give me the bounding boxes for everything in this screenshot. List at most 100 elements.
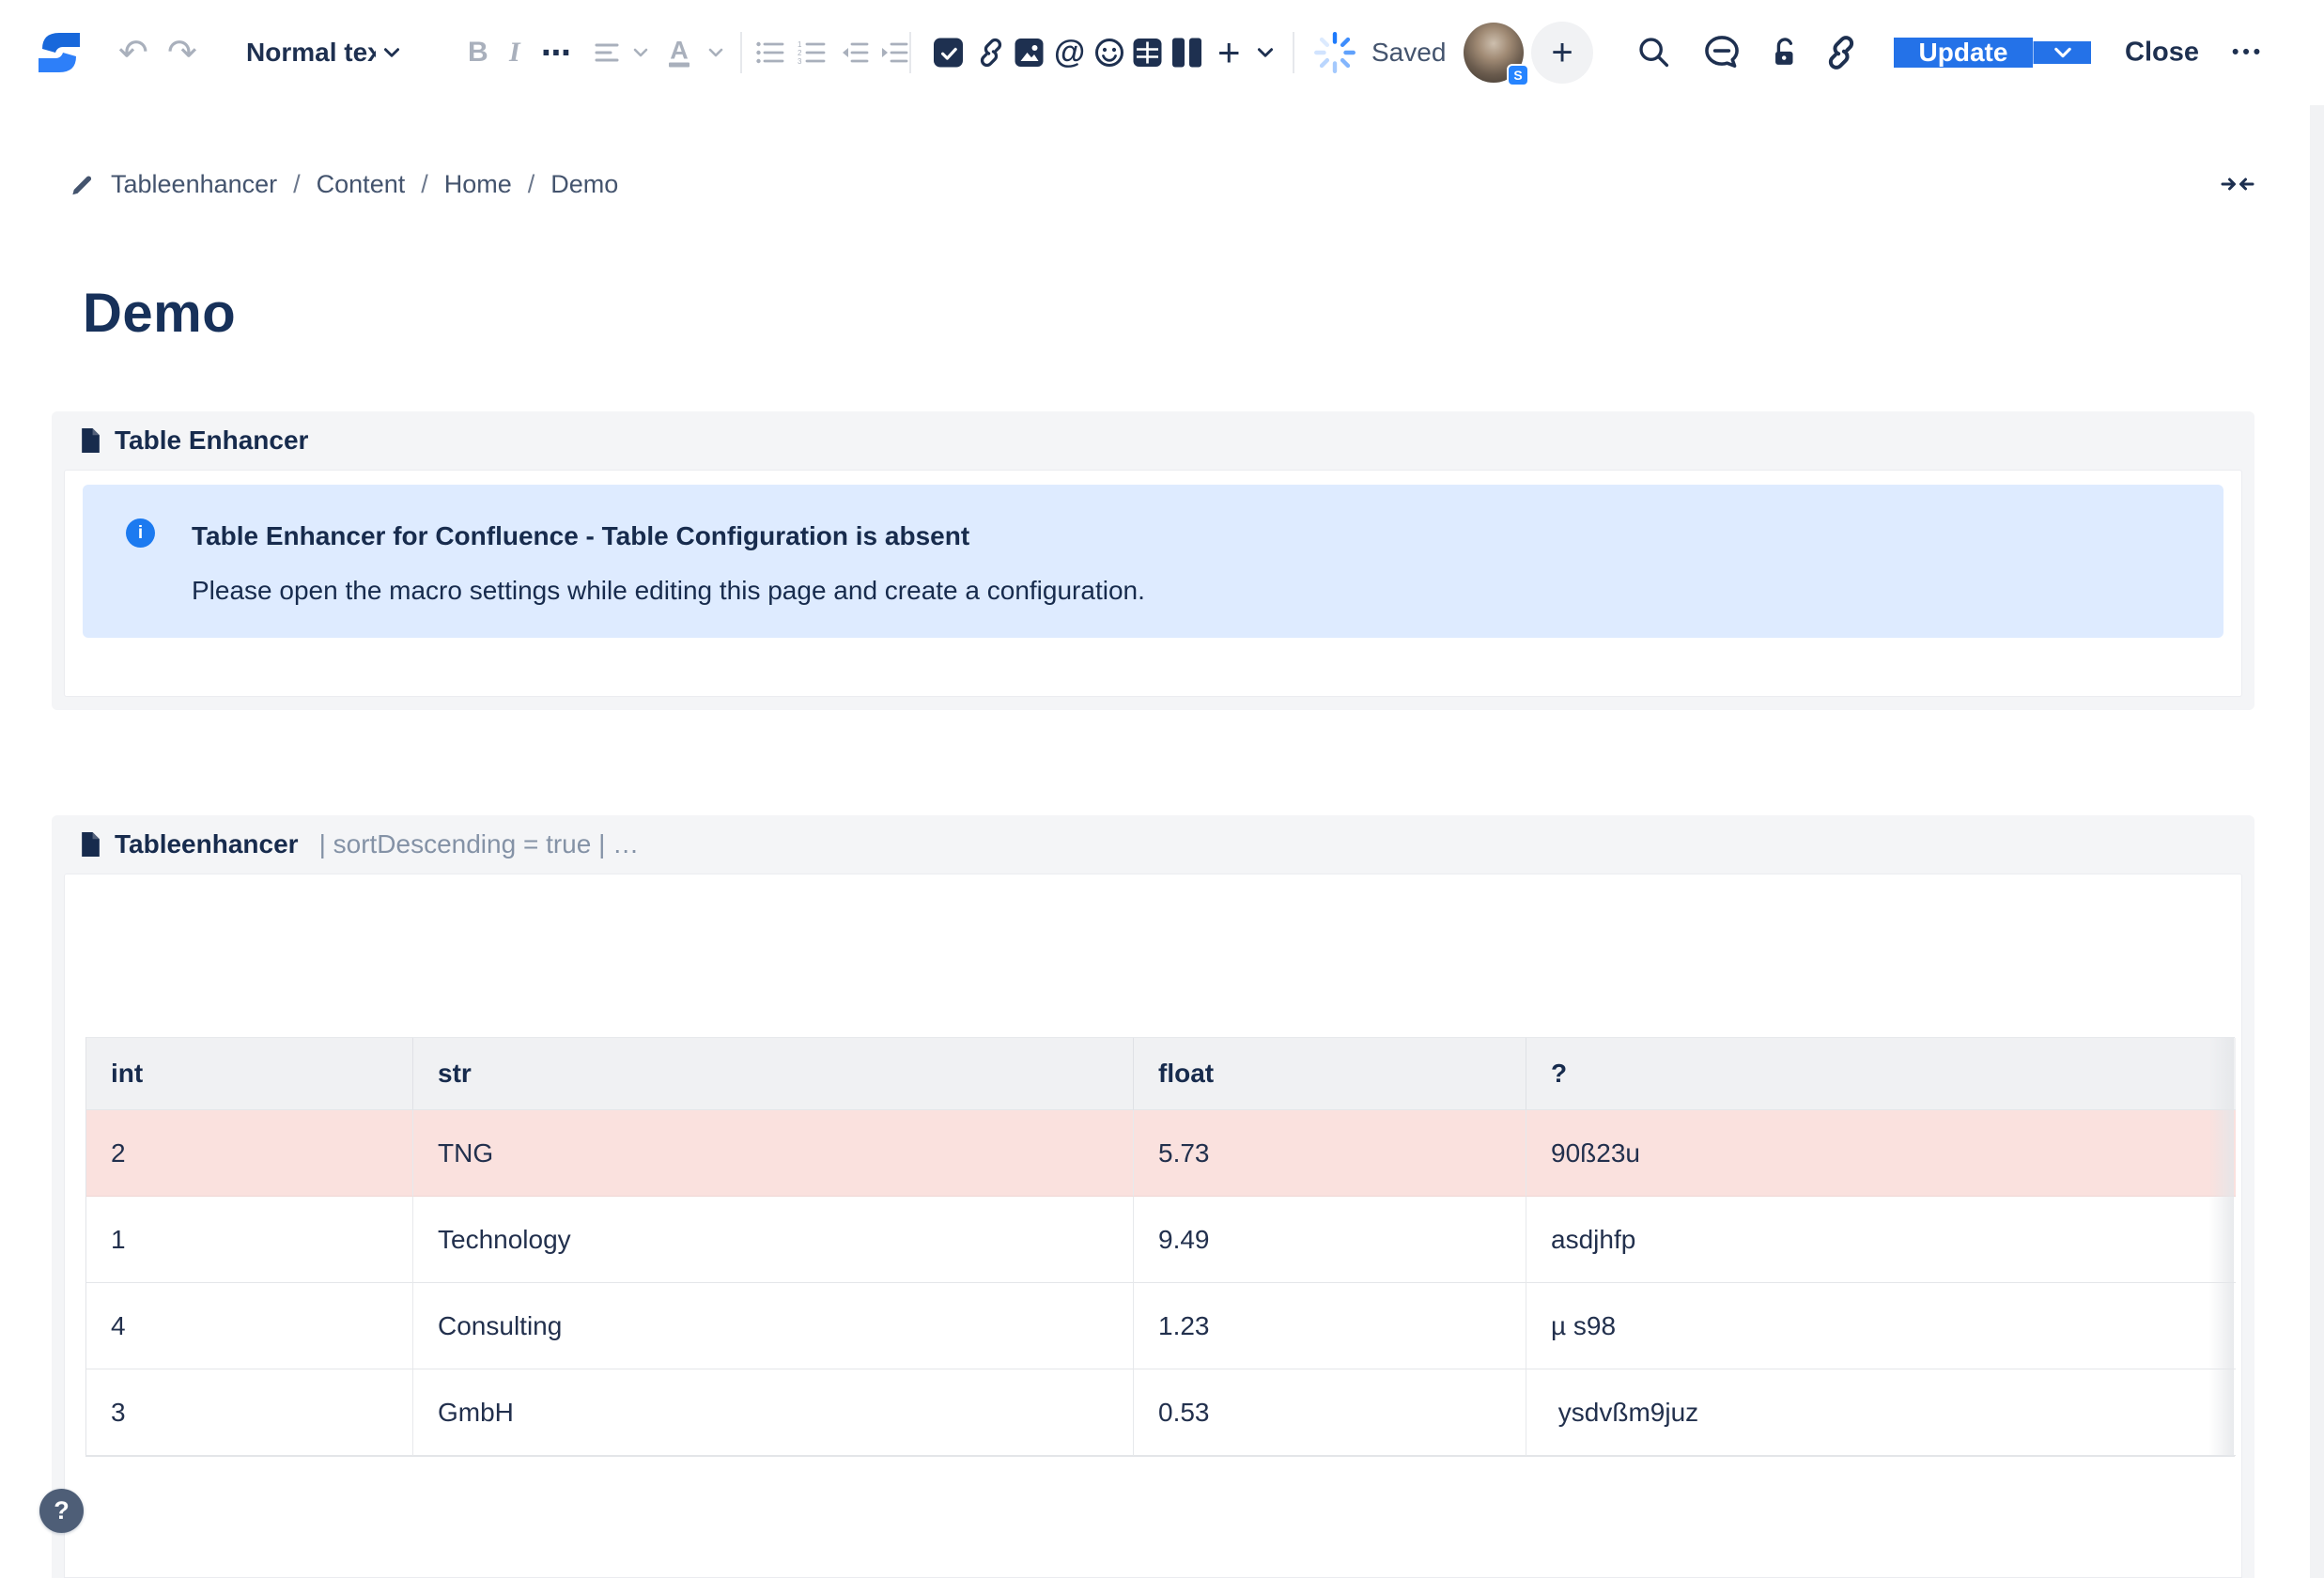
editor-toolbar: ↶ ↷ Normal text B I ⋯ A	[0, 0, 2324, 105]
table-row[interactable]: 4 Consulting 1.23 µ s98	[86, 1283, 2234, 1369]
breadcrumb-item-space[interactable]: Tableenhancer	[111, 170, 277, 199]
saving-spinner-icon	[1311, 29, 1358, 76]
page-title[interactable]: Demo	[83, 282, 236, 345]
mention-icon[interactable]: @	[1054, 35, 1085, 71]
macro-name: Table Enhancer	[115, 425, 308, 456]
text-color-icon[interactable]: A	[669, 39, 689, 68]
comment-icon[interactable]	[1702, 33, 1742, 72]
table-cell: TNG	[413, 1110, 1134, 1197]
emoji-icon[interactable]	[1093, 37, 1125, 69]
toolbar-separator	[909, 32, 911, 73]
macro-tableenhancer[interactable]: Tableenhancer | sortDescending = true | …	[52, 815, 2254, 1578]
table-cell: GmbH	[413, 1369, 1134, 1456]
table-cell: Technology	[413, 1197, 1134, 1283]
breadcrumb-item-home[interactable]: Home	[444, 170, 512, 199]
column-header-q[interactable]: ?	[1526, 1038, 2236, 1110]
svg-text:3: 3	[798, 57, 802, 65]
insert-image-icon[interactable]	[1015, 39, 1044, 68]
invite-plus-button[interactable]: +	[1531, 22, 1593, 84]
insert-link-icon[interactable]	[975, 37, 1007, 69]
table-row[interactable]: 2 TNG 5.73 90ß23u	[86, 1110, 2234, 1197]
info-icon: i	[126, 518, 155, 548]
chevron-down-icon	[381, 42, 402, 63]
table-cell: 1.23	[1134, 1283, 1526, 1369]
text-style-dropdown[interactable]: Normal text	[246, 38, 402, 68]
macro-params: | sortDescending = true | …	[319, 829, 640, 859]
update-options-chevron[interactable]	[2033, 41, 2091, 64]
indent-icon[interactable]	[879, 40, 909, 65]
table-cell: µ s98	[1526, 1283, 2236, 1369]
undo-icon[interactable]: ↶	[118, 32, 148, 74]
table-cell: 9.49	[1134, 1197, 1526, 1283]
macro-name: Tableenhancer	[115, 829, 299, 859]
table-cell: 5.73	[1134, 1110, 1526, 1197]
collapse-width-icon[interactable]	[2221, 171, 2254, 202]
save-status-text: Saved	[1371, 38, 1446, 68]
breadcrumb-item-content[interactable]: Content	[317, 170, 406, 199]
more-formatting-icon[interactable]: ⋯	[541, 35, 571, 70]
bold-icon[interactable]: B	[468, 37, 488, 69]
table-cell: 3	[86, 1369, 413, 1456]
update-button[interactable]: Update	[1894, 38, 2033, 68]
chevron-down-icon	[631, 43, 650, 62]
macro-body: int str float ? 2 TNG 5.73 90ß23u 1 Tech…	[64, 874, 2242, 1578]
info-panel: i Table Enhancer for Confluence - Table …	[83, 485, 2223, 638]
table-cell: Consulting	[413, 1283, 1134, 1369]
chevron-down-icon[interactable]	[1255, 42, 1276, 63]
column-header-int[interactable]: int	[86, 1038, 413, 1110]
chevron-down-icon	[706, 43, 725, 62]
toolbar-separator	[740, 32, 742, 73]
document-icon	[80, 831, 101, 858]
insert-plus-icon[interactable]: +	[1217, 30, 1241, 75]
table-cell: ysdvßm9juz	[1526, 1369, 2236, 1456]
confluence-editor: ↶ ↷ Normal text B I ⋯ A	[0, 0, 2324, 1578]
bullet-list-icon[interactable]	[755, 40, 785, 65]
column-header-str[interactable]: str	[413, 1038, 1134, 1110]
breadcrumb-separator: /	[421, 170, 428, 199]
table-cell: 0.53	[1134, 1369, 1526, 1456]
svg-text:1: 1	[798, 40, 802, 49]
breadcrumb-separator: /	[528, 170, 535, 199]
update-split-button: Update	[1894, 23, 2091, 82]
text-align-icon[interactable]	[594, 40, 626, 65]
outdent-icon[interactable]	[840, 40, 870, 65]
info-panel-body: Please open the macro settings while edi…	[192, 576, 1145, 606]
table-cell: 90ß23u	[1526, 1110, 2236, 1197]
overflow-menu-icon[interactable]: •••	[2232, 41, 2264, 64]
search-icon[interactable]	[1636, 35, 1672, 70]
numbered-list-icon[interactable]: 123	[797, 40, 827, 65]
table-cell: asdjhfp	[1526, 1197, 2236, 1283]
macro-table-enhancer[interactable]: Table Enhancer i Table Enhancer for Conf…	[52, 411, 2254, 710]
table-cell: 1	[86, 1197, 413, 1283]
avatar[interactable]: S	[1464, 23, 1524, 83]
toolbar-separator	[1293, 32, 1294, 73]
close-button[interactable]: Close	[2125, 38, 2199, 69]
unlock-icon[interactable]	[1766, 35, 1802, 70]
insert-table-icon[interactable]	[1133, 39, 1162, 68]
table-header-row: int str float ?	[86, 1038, 2234, 1110]
table-cell: 2	[86, 1110, 413, 1197]
svg-text:2: 2	[798, 49, 802, 57]
layouts-icon[interactable]	[1172, 39, 1201, 68]
redo-icon[interactable]: ↷	[167, 32, 197, 74]
italic-icon[interactable]: I	[509, 37, 520, 69]
task-list-icon[interactable]	[934, 39, 963, 68]
confluence-logo-icon[interactable]	[30, 23, 88, 82]
status-badge: S	[1507, 64, 1529, 86]
help-button[interactable]: ?	[39, 1489, 84, 1533]
info-panel-title: Table Enhancer for Confluence - Table Co…	[192, 521, 969, 551]
table-cell: 4	[86, 1283, 413, 1369]
text-style-label: Normal text	[246, 38, 376, 68]
page-scrollbar[interactable]	[2310, 105, 2324, 1578]
table-row[interactable]: 3 GmbH 0.53 ysdvßm9juz	[86, 1369, 2234, 1456]
breadcrumb: Tableenhancer / Content / Home / Demo	[70, 158, 618, 210]
edit-pencil-icon	[70, 172, 95, 197]
breadcrumb-separator: /	[293, 170, 301, 199]
document-icon	[80, 427, 101, 454]
table-row[interactable]: 1 Technology 9.49 asdjhfp	[86, 1197, 2234, 1283]
breadcrumb-item-demo[interactable]: Demo	[550, 170, 618, 199]
column-header-float[interactable]: float	[1134, 1038, 1526, 1110]
enhanced-table: int str float ? 2 TNG 5.73 90ß23u 1 Tech…	[85, 1037, 2235, 1457]
copy-link-icon[interactable]	[1822, 34, 1860, 71]
macro-body: i Table Enhancer for Confluence - Table …	[64, 470, 2242, 697]
